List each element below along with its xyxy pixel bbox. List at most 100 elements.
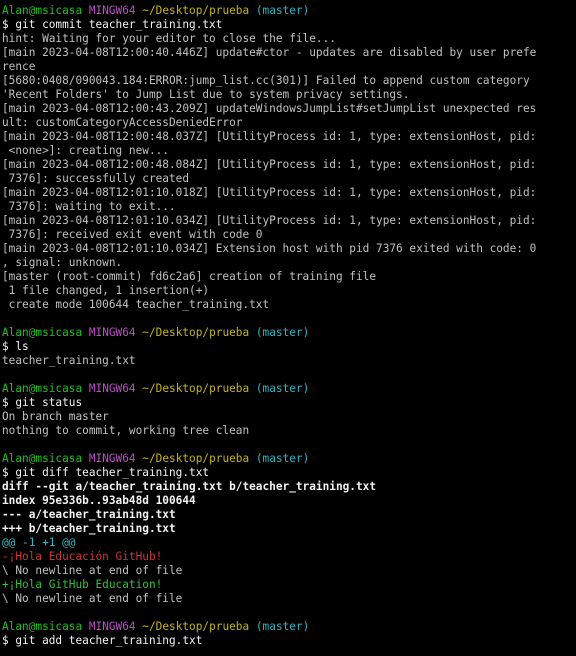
prompt-branch: (master) [255,452,310,465]
output-text: create mode 100644 teacher_training.txt [2,298,270,311]
prompt-path: ~/Desktop/prueba [142,620,250,633]
terminal-line: $ git status [2,396,576,410]
terminal-line: [main 2023-04-08T12:01:10.034Z] Extensio… [2,242,576,256]
terminal-line: $ git diff teacher_training.txt [2,466,576,480]
terminal-line: [5680:0408/090043.184:ERROR:jump_list.cc… [2,74,576,88]
terminal-line: [main 2023-04-08T12:00:48.084Z] [Utility… [2,158,576,172]
output-text: \ No newline at end of file [2,564,183,577]
terminal-line: --- a/teacher_training.txt [2,508,576,522]
terminal-line: [main 2023-04-08T12:01:10.034Z] [Utility… [2,214,576,228]
terminal-line: hint: Waiting for your editor to close t… [2,32,576,46]
diff-added-line: +¡Hola GitHub Education! [2,578,163,591]
prompt-user: Alan@msicasa [2,4,83,17]
terminal-line: teacher_training.txt [2,354,576,368]
terminal-line: nothing to commit, working tree clean [2,424,576,438]
prompt-host: MINGW64 [88,4,136,17]
output-text: hint: Waiting for your editor to close t… [2,32,336,45]
command-text: $ ls [2,340,29,353]
output-text: 7376]: successfully created [2,172,190,185]
diff-header: +++ b/teacher_training.txt [2,522,176,535]
output-text: [main 2023-04-08T12:00:43.209Z] updateWi… [2,102,537,115]
terminal-line: \ No newline at end of file [2,592,576,606]
output-text: <none>]: creating new... [2,144,169,157]
command-text: $ git commit teacher_training.txt [2,18,223,31]
output-text: [main 2023-04-08T12:01:10.018Z] [Utility… [2,186,537,199]
prompt-user: Alan@msicasa [2,452,83,465]
diff-removed-line: -¡Hola Educación GitHub! [2,550,163,563]
prompt-host: MINGW64 [88,382,136,395]
diff-hunk-header: @@ -1 +1 @@ [2,536,76,549]
prompt-branch: (master) [255,326,310,339]
terminal-line: index 95e336b..93ab48d 100644 [2,494,576,508]
output-text: On branch master [2,410,109,423]
terminal-line: , signal: unknown. [2,256,576,270]
output-text: 'Recent Folders' to Jump List due to sys… [2,88,410,101]
command-text: $ git add teacher_training.txt [2,634,203,647]
output-text: 7376]: waiting to exit... [2,200,176,213]
prompt-branch: (master) [255,382,310,395]
prompt-host: MINGW64 [88,452,136,465]
terminal-line: 7376]: waiting to exit... [2,200,576,214]
output-text: 7376]: received exit event with code 0 [2,228,263,241]
terminal-line: Alan@msicasa MINGW64 ~/Desktop/prueba (m… [2,326,576,340]
terminal-line: -¡Hola Educación GitHub! [2,550,576,564]
terminal-line: [master (root-commit) fd6c2a6] creation … [2,270,576,284]
output-text: [master (root-commit) fd6c2a6] creation … [2,270,377,283]
output-text: \ No newline at end of file [2,592,183,605]
terminal-line: Alan@msicasa MINGW64 ~/Desktop/prueba (m… [2,452,576,466]
output-text: rence [2,60,36,73]
output-text: [main 2023-04-08T12:01:10.034Z] Extensio… [2,242,537,255]
output-text: 1 file changed, 1 insertion(+) [2,284,210,297]
diff-header: diff --git a/teacher_training.txt b/teac… [2,480,377,493]
terminal-line: Alan@msicasa MINGW64 ~/Desktop/prueba (m… [2,620,576,634]
prompt-branch: (master) [255,620,310,633]
terminal-line: @@ -1 +1 @@ [2,536,576,550]
output-text: [main 2023-04-08T12:00:48.084Z] [Utility… [2,158,537,171]
terminal-output[interactable]: Alan@msicasa MINGW64 ~/Desktop/prueba (m… [0,0,576,656]
output-text: ult: customCategoryAccessDeniedError [2,116,243,129]
prompt-path: ~/Desktop/prueba [142,452,250,465]
terminal-line: Alan@msicasa MINGW64 ~/Desktop/prueba (m… [2,4,576,18]
output-text: , signal: unknown. [2,256,123,269]
output-text: [main 2023-04-08T12:01:10.034Z] [Utility… [2,214,537,227]
prompt-host: MINGW64 [88,326,136,339]
output-text: teacher_training.txt [2,354,136,367]
prompt-user: Alan@msicasa [2,620,83,633]
prompt-branch: (master) [255,4,310,17]
terminal-line: diff --git a/teacher_training.txt b/teac… [2,480,576,494]
output-text: [main 2023-04-08T12:00:40.446Z] update#c… [2,46,537,59]
terminal-line: rence [2,60,576,74]
output-text: [5680:0408/090043.184:ERROR:jump_list.cc… [2,74,530,87]
prompt-path: ~/Desktop/prueba [142,4,250,17]
terminal-line: ult: customCategoryAccessDeniedError [2,116,576,130]
terminal-line: $ git add teacher_training.txt [2,634,576,648]
terminal-line: create mode 100644 teacher_training.txt [2,298,576,312]
terminal-line: [main 2023-04-08T12:01:10.018Z] [Utility… [2,186,576,200]
terminal-line: <none>]: creating new... [2,144,576,158]
command-text: $ git diff teacher_training.txt [2,466,210,479]
terminal-line: +++ b/teacher_training.txt [2,522,576,536]
terminal-line: [main 2023-04-08T12:00:43.209Z] updateWi… [2,102,576,116]
diff-header: --- a/teacher_training.txt [2,508,176,521]
terminal-line: 'Recent Folders' to Jump List due to sys… [2,88,576,102]
terminal-line: 7376]: received exit event with code 0 [2,228,576,242]
terminal-line: \ No newline at end of file [2,564,576,578]
terminal-line: Alan@msicasa MINGW64 ~/Desktop/prueba (m… [2,382,576,396]
terminal-line: On branch master [2,410,576,424]
terminal-line: $ git commit teacher_training.txt [2,18,576,32]
terminal-line: +¡Hola GitHub Education! [2,578,576,592]
output-text: nothing to commit, working tree clean [2,424,250,437]
